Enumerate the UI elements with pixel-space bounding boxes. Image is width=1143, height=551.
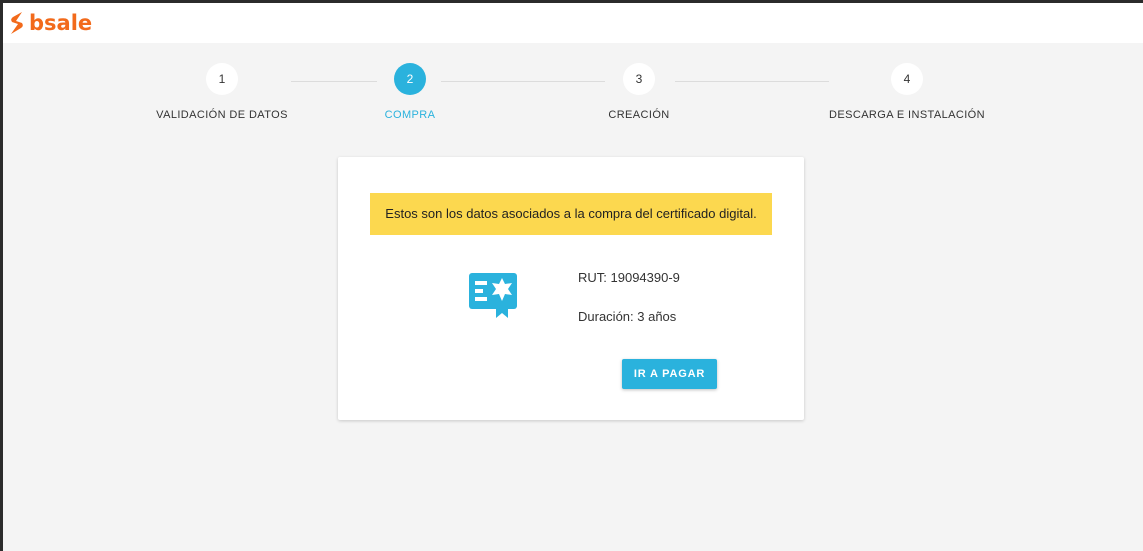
step-connector xyxy=(675,81,829,82)
go-to-pay-button[interactable]: IR A PAGAR xyxy=(622,359,717,389)
step-2-circle: 2 xyxy=(394,63,426,95)
purchase-notice: Estos son los datos asociados a la compr… xyxy=(370,193,772,235)
step-4-circle: 4 xyxy=(891,63,923,95)
step-4-label: DESCARGA E INSTALACIÓN xyxy=(829,109,985,121)
duration-value: Duración: 3 años xyxy=(578,309,677,324)
page: bsale 1 VALIDACIÓN DE DATOS 2 COMPRA 3 C… xyxy=(3,3,1143,551)
step-3-circle: 3 xyxy=(623,63,655,95)
step-connector xyxy=(441,81,605,82)
step-3-label: CREACIÓN xyxy=(608,109,670,121)
step-2-label: COMPRA xyxy=(384,109,436,121)
purchase-stepper: 1 VALIDACIÓN DE DATOS 2 COMPRA 3 CREACIÓ… xyxy=(3,3,1143,143)
certificate-icon xyxy=(469,273,517,318)
rut-value: RUT: 19094390-9 xyxy=(578,270,680,285)
step-connector xyxy=(291,81,377,82)
step-1-circle: 1 xyxy=(206,63,238,95)
step-1-label: VALIDACIÓN DE DATOS xyxy=(156,109,288,121)
purchase-card: Estos son los datos asociados a la compr… xyxy=(338,157,804,420)
